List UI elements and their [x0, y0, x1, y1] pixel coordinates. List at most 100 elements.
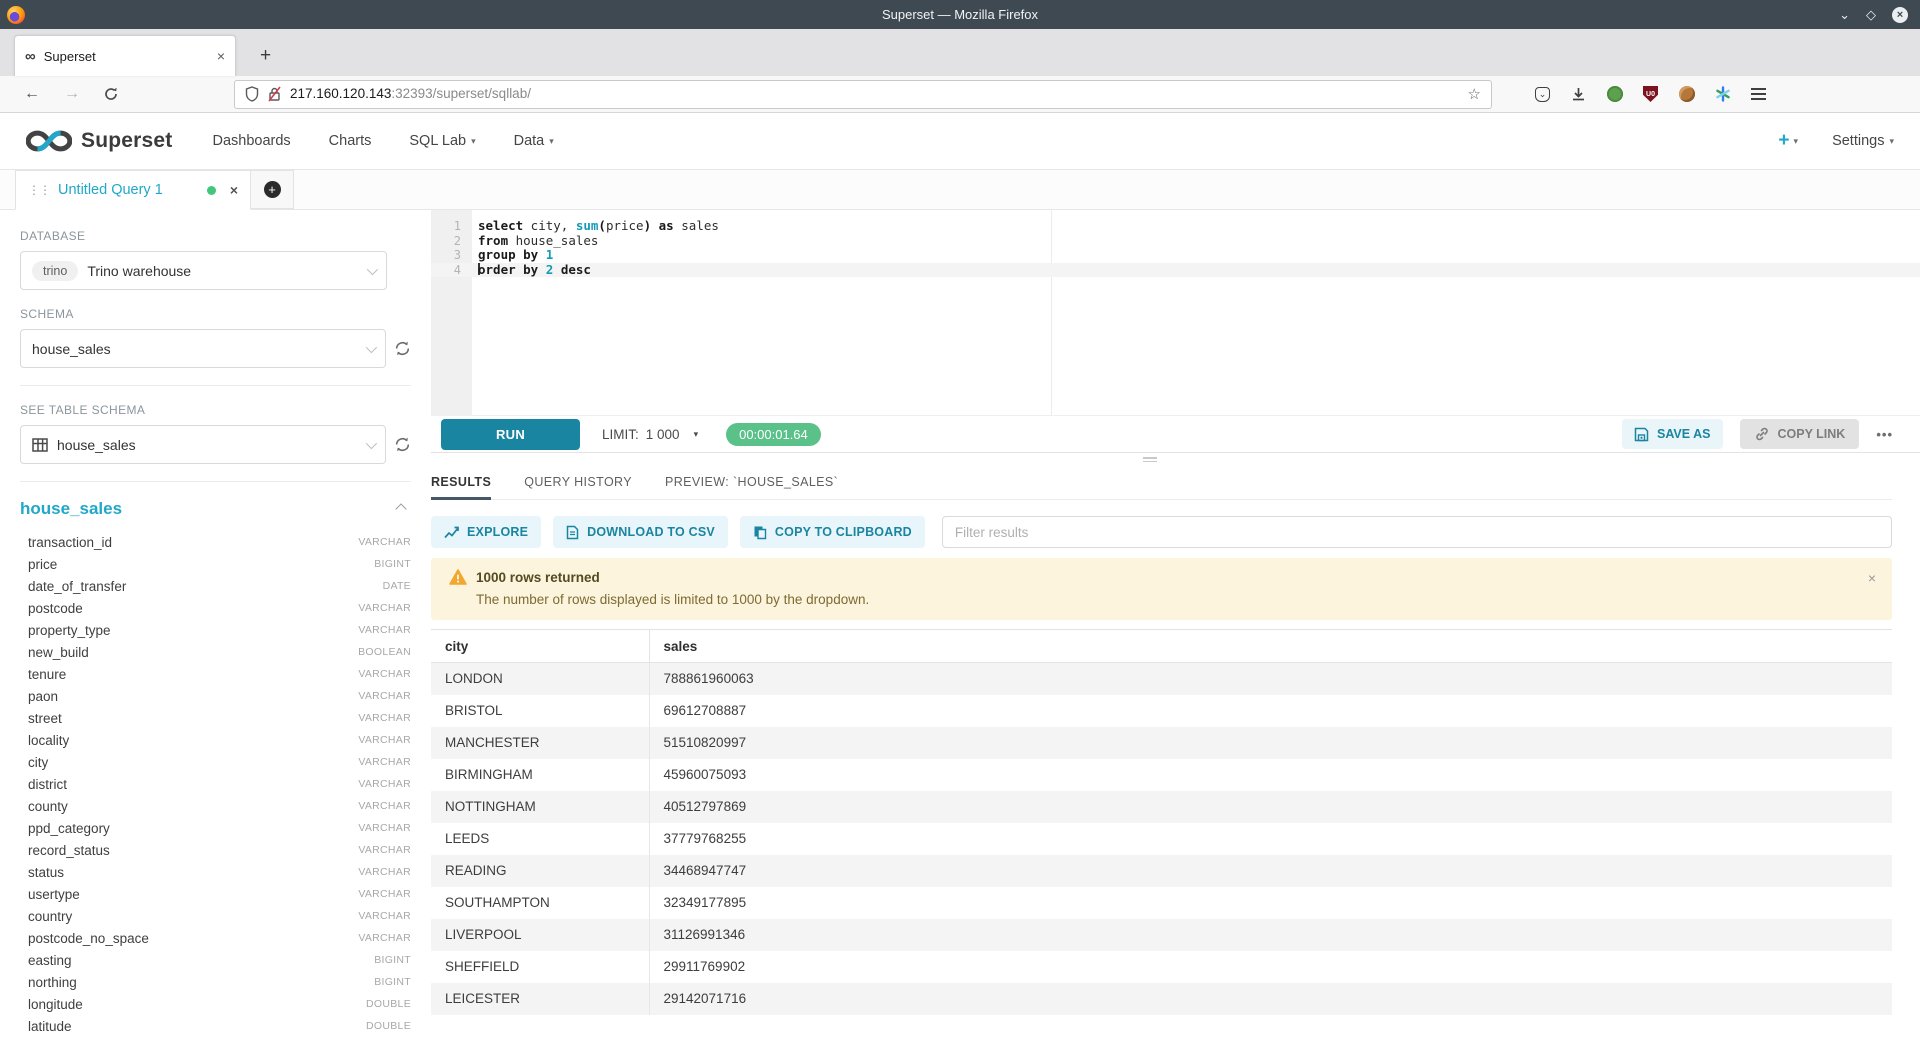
- limit-dropdown[interactable]: LIMIT: 1 000 ▾: [602, 427, 698, 442]
- query-tab-title: Untitled Query 1: [58, 182, 199, 198]
- column-row: streetVARCHAR: [20, 707, 411, 729]
- forward-icon[interactable]: →: [52, 85, 92, 103]
- sql-workspace: 1select city, sum(price) as sales2from h…: [431, 210, 1920, 1041]
- tab-query-history[interactable]: QUERY HISTORY: [524, 475, 632, 499]
- run-button[interactable]: RUN: [441, 419, 580, 450]
- column-row: postcode_no_spaceVARCHAR: [20, 927, 411, 949]
- downloads-icon[interactable]: [1570, 86, 1587, 103]
- superset-logo[interactable]: Superset: [26, 129, 172, 153]
- column-row: countyVARCHAR: [20, 795, 411, 817]
- back-icon[interactable]: ←: [12, 85, 52, 103]
- ublock-icon[interactable]: U0: [1642, 86, 1659, 103]
- url-host: 217.160.120.143: [290, 86, 391, 101]
- download-csv-button[interactable]: DOWNLOAD TO CSV: [553, 516, 728, 548]
- superset-navbar: Superset Dashboards Charts SQL Lab▾ Data…: [0, 113, 1920, 170]
- resize-gripper[interactable]: [1143, 457, 1157, 462]
- shield-icon[interactable]: [245, 86, 259, 102]
- table-name-heading: house_sales: [20, 499, 122, 519]
- reload-icon[interactable]: [92, 87, 130, 101]
- column-name: date_of_transfer: [28, 579, 126, 594]
- tab-close-icon[interactable]: ×: [217, 48, 225, 64]
- cell-sales: 32349177895: [649, 887, 1892, 919]
- new-tab-button[interactable]: +: [252, 35, 279, 76]
- cell-city: SOUTHAMPTON: [431, 887, 649, 919]
- chevron-down-icon: [366, 437, 377, 448]
- sql-editor[interactable]: 1select city, sum(price) as sales2from h…: [431, 210, 1920, 415]
- column-row: postcodeVARCHAR: [20, 597, 411, 619]
- drag-handle-icon[interactable]: ⋮⋮: [28, 183, 50, 197]
- refresh-table-icon[interactable]: [394, 436, 411, 453]
- results-actions: EXPLORE DOWNLOAD TO CSV COPY TO CLIPBOAR…: [431, 516, 1892, 548]
- database-select[interactable]: trino Trino warehouse: [20, 251, 387, 290]
- column-name: latitude: [28, 1019, 72, 1034]
- nav-sql-lab[interactable]: SQL Lab▾: [409, 133, 475, 149]
- window-title: Superset — Mozilla Firefox: [0, 7, 1920, 22]
- colorful-asterisk-icon[interactable]: [1714, 86, 1731, 103]
- column-name: paon: [28, 689, 58, 704]
- results-column-header-sales[interactable]: sales: [649, 630, 1892, 663]
- column-type: VARCHAR: [358, 712, 411, 724]
- column-name: tenure: [28, 667, 66, 682]
- collapse-chevron-icon[interactable]: [395, 503, 406, 514]
- new-item-button[interactable]: +▾: [1778, 130, 1798, 152]
- url-bar[interactable]: 217.160.120.143:32393/superset/sqllab/ ☆: [234, 80, 1492, 109]
- explore-button[interactable]: EXPLORE: [431, 516, 541, 548]
- editor-toolbar: RUN LIMIT: 1 000 ▾ 00:00:01.64 SAVE AS C…: [431, 415, 1920, 453]
- line-number: 4: [431, 263, 472, 278]
- column-row: paonVARCHAR: [20, 685, 411, 707]
- save-as-button[interactable]: SAVE AS: [1622, 419, 1723, 449]
- code-lines: 1select city, sum(price) as sales2from h…: [431, 219, 1920, 277]
- query-tab[interactable]: ⋮⋮ Untitled Query 1 ×: [15, 170, 251, 210]
- more-options-button[interactable]: •••: [1876, 427, 1893, 442]
- column-type: DATE: [383, 580, 411, 592]
- refresh-schema-icon[interactable]: [394, 340, 411, 357]
- window-close-icon[interactable]: ×: [1892, 7, 1908, 23]
- browser-tab[interactable]: ∞ Superset ×: [14, 35, 236, 76]
- tab-results[interactable]: RESULTS: [431, 475, 491, 499]
- line-number: 1: [431, 219, 472, 234]
- column-type: VARCHAR: [358, 800, 411, 812]
- table-row: LIVERPOOL31126991346: [431, 919, 1892, 951]
- line-number: 2: [431, 234, 472, 249]
- insecure-lock-icon[interactable]: [267, 86, 282, 102]
- query-tabstrip: ⋮⋮ Untitled Query 1 × +: [0, 170, 1920, 210]
- column-name: ppd_category: [28, 821, 110, 836]
- column-type: BOOLEAN: [358, 646, 411, 658]
- cell-city: LEICESTER: [431, 983, 649, 1015]
- table-schema-value: house_sales: [57, 437, 136, 453]
- copy-clipboard-button[interactable]: COPY TO CLIPBOARD: [740, 516, 925, 548]
- table-select[interactable]: house_sales: [20, 425, 386, 464]
- window-minimize-icon[interactable]: ⌄: [1839, 8, 1850, 21]
- link-icon: [1754, 426, 1770, 442]
- cookie-extension-icon[interactable]: [1678, 86, 1695, 103]
- browser-tabstrip: ∞ Superset × +: [0, 29, 1920, 76]
- filter-results-input[interactable]: [942, 516, 1892, 548]
- nav-dashboards[interactable]: Dashboards: [212, 133, 290, 149]
- column-name: northing: [28, 975, 77, 990]
- nav-charts[interactable]: Charts: [329, 133, 372, 149]
- results-column-header-city[interactable]: city: [431, 630, 649, 663]
- sidebar-divider: [20, 481, 411, 482]
- bookmark-star-icon[interactable]: ☆: [1468, 85, 1481, 103]
- column-type: VARCHAR: [358, 734, 411, 746]
- add-query-tab-button[interactable]: +: [251, 170, 294, 209]
- pocket-icon[interactable]: ⌄: [1534, 86, 1551, 103]
- menu-icon[interactable]: [1750, 86, 1767, 103]
- copy-link-button[interactable]: COPY LINK: [1740, 419, 1860, 449]
- settings-menu[interactable]: Settings▾: [1832, 133, 1894, 149]
- brand-name: Superset: [81, 129, 172, 153]
- column-row: localityVARCHAR: [20, 729, 411, 751]
- browser-toolbar: ← → 217.160.120.143:32393/superset/sqlla…: [0, 76, 1920, 113]
- cell-sales: 34468947747: [649, 855, 1892, 887]
- query-tab-close-icon[interactable]: ×: [230, 182, 238, 198]
- schema-select[interactable]: house_sales: [20, 329, 386, 368]
- alert-close-icon[interactable]: ×: [1868, 570, 1876, 586]
- chevron-down-icon: [366, 341, 377, 352]
- column-row: tenureVARCHAR: [20, 663, 411, 685]
- privacy-badger-icon[interactable]: [1606, 86, 1623, 103]
- tab-preview[interactable]: PREVIEW: `HOUSE_SALES`: [665, 475, 838, 499]
- column-name: new_build: [28, 645, 89, 660]
- nav-data[interactable]: Data▾: [514, 133, 554, 149]
- window-maximize-icon[interactable]: ◇: [1866, 8, 1876, 21]
- floppy-icon: [1634, 427, 1649, 442]
